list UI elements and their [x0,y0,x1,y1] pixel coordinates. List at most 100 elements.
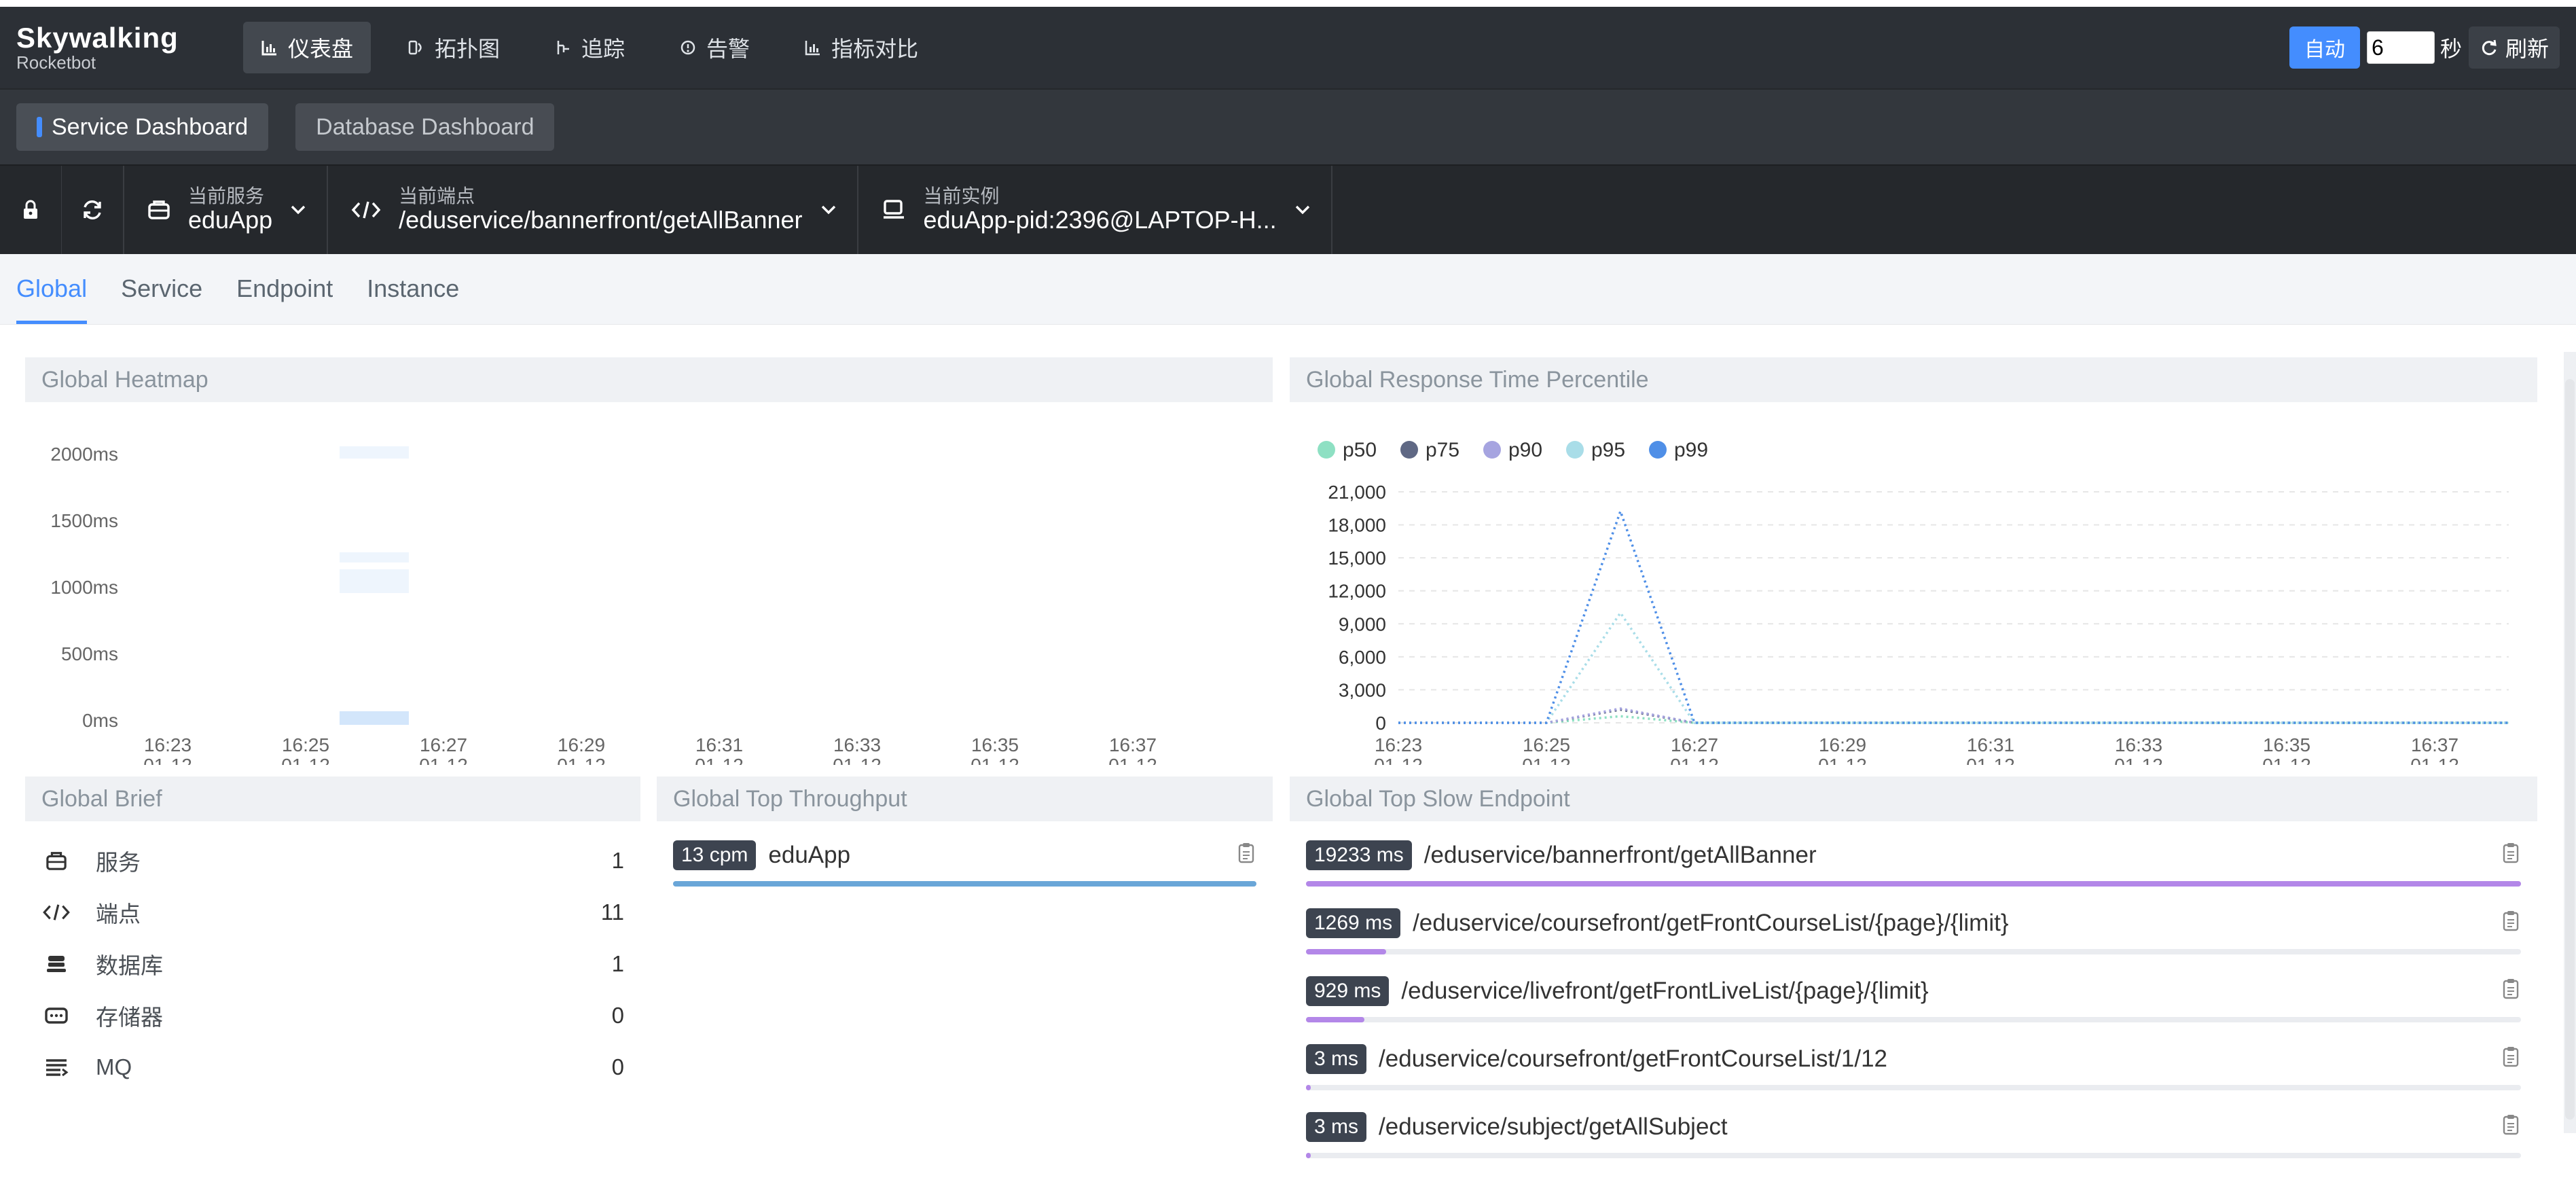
reload-button[interactable] [62,166,124,254]
nav-item-dashboard[interactable]: 仪表盘 [243,22,371,73]
code-icon [351,201,381,219]
logo[interactable]: Skywalking Rocketbot [16,22,220,72]
legend-item[interactable]: p50 [1318,439,1377,461]
refresh-icon [2482,39,2497,56]
tab-global[interactable]: Global [16,274,88,324]
sub-tabs: Global Service Endpoint Instance [0,254,2576,325]
slow-endpoint-item[interactable]: 19233 ms /eduservice/bannerfront/getAllB… [1290,840,2537,908]
brief-value: 11 [600,899,624,925]
copy-button[interactable] [2502,1045,2520,1071]
dashboard-content: Global Heatmap 2000ms 1500ms 1000ms 500m… [0,325,2576,1173]
brief-label: 服务 [96,850,141,875]
brief-item-mq: MQ 0 [25,1041,640,1093]
legend-item[interactable]: p99 [1649,439,1708,461]
nav-item-label: 拓扑图 [435,37,501,61]
scrollbar-thumb[interactable] [2565,379,2575,1120]
tab-endpoint[interactable]: Endpoint [236,274,333,324]
heatmap-cell[interactable] [340,711,409,725]
heatmap-cell[interactable] [340,569,409,593]
service-selector[interactable]: 当前服务 eduApp [124,166,329,254]
brief-value: 0 [611,1054,624,1079]
legend-label: p99 [1674,439,1708,461]
dashboard-tabs: Service Dashboard Database Dashboard [0,88,2576,164]
copy-button[interactable] [2502,1113,2520,1139]
heatmap-x-label: 16:2501-12 [281,734,330,765]
slow-endpoint-item[interactable]: 3 ms /eduservice/coursefront/getFrontCou… [1290,1044,2537,1112]
x-tick-label: 16:3701-12 [2410,734,2459,765]
copy-button[interactable] [2502,910,2520,935]
endpoint-label: /eduservice/coursefront/getFrontCourseLi… [1379,1045,1888,1072]
tab-service[interactable]: Service [121,274,202,324]
chevron-down-icon [821,205,835,215]
slow-endpoint-item[interactable]: 929 ms /eduservice/livefront/getFrontLiv… [1290,976,2537,1044]
tab-database-dashboard[interactable]: Database Dashboard [295,103,555,151]
legend-swatch [1649,441,1667,459]
latency-badge: 3 ms [1306,1044,1367,1074]
heatmap-x-label: 16:2701-12 [419,734,468,765]
lock-button[interactable] [0,166,62,254]
nav-item-compare[interactable]: 指标对比 [786,22,936,73]
brief-value: 0 [611,1003,624,1028]
x-tick-label: 16:2901-12 [1818,734,1867,765]
percentile-chart[interactable]: p50 p75 p90 p95 p99 21,000 18,000 15,000 12,000… [1290,402,2537,765]
nav-item-topology[interactable]: 拓扑图 [390,22,518,73]
logo-title: Skywalking [16,22,179,54]
nav-item-label: 指标对比 [831,37,919,61]
latency-badge: 3 ms [1306,1112,1367,1142]
slow-endpoint-item[interactable]: 3 ms /eduservice/subject/getAllSubject [1290,1112,2537,1180]
legend-item[interactable]: p95 [1566,439,1625,461]
endpoint-label: /eduservice/bannerfront/getAllBanner [1423,842,1817,868]
heatmap-chart[interactable]: 2000ms 1500ms 1000ms 500ms 0ms 16:2301-1… [25,402,1273,765]
response-time-percentile-panel: Global Response Time Percentile p50 p75 p9… [1290,357,2537,765]
mq-icon [46,1059,69,1077]
latency-badge: 929 ms [1306,976,1390,1006]
clipboard-icon [1238,843,1254,863]
nav-item-trace[interactable]: 追踪 [537,22,642,73]
instance-icon [883,200,904,219]
panel-title: Global Heatmap [25,357,1273,402]
slow-bar-track [1306,1085,2521,1090]
y-tick-label: 18,000 [1328,515,1386,536]
endpoint-icon [43,904,70,920]
series-line-p99 [1398,507,2509,724]
nav-item-alarm[interactable]: 告警 [661,22,767,73]
brief-item-endpoint: 端点 11 [25,887,640,938]
copy-button[interactable] [1237,842,1255,867]
database-icon [47,956,66,972]
heatmap-y-label: 2000ms [50,444,118,465]
trace-icon [557,41,570,54]
throughput-label: eduApp [768,842,851,868]
clipboard-icon [2503,911,2519,931]
legend-item[interactable]: p75 [1400,439,1459,461]
y-tick-label: 21,000 [1328,482,1386,503]
heatmap-cell[interactable] [340,552,409,562]
endpoint-selector[interactable]: 当前端点 /eduservice/bannerfront/getAllBanne… [328,166,858,254]
clipboard-icon [2503,1047,2519,1067]
copy-button[interactable] [2502,842,2520,867]
brief-item-cache: 存储器 0 [25,990,640,1041]
instance-selector[interactable]: 当前实例 eduApp-pid:2396@LAPTOP-H... [858,166,1332,254]
endpoint-label: /eduservice/subject/getAllSubject [1379,1113,1728,1140]
throughput-bar-fill [673,881,1256,887]
heatmap-x-label: 16:3301-12 [833,734,882,765]
tab-instance[interactable]: Instance [367,274,459,324]
auto-refresh-button[interactable]: 自动 [2289,26,2360,69]
throughput-item[interactable]: 13 cpm eduApp [657,840,1273,908]
page-scrollbar[interactable] [2564,352,2576,1133]
refresh-button[interactable]: 刷新 [2468,26,2560,69]
heatmap-cell[interactable] [340,446,409,459]
nav-item-label: 仪表盘 [288,37,354,61]
slow-endpoint-item[interactable]: 1269 ms /eduservice/coursefront/getFront… [1290,908,2537,976]
endpoint-label: /eduservice/livefront/getFrontLiveList/{… [1401,978,1929,1004]
legend-label: p95 [1591,439,1625,461]
y-tick-label: 15,000 [1328,548,1386,569]
copy-button[interactable] [2502,978,2520,1003]
seconds-label: 秒 [2439,37,2462,61]
legend-item[interactable]: p90 [1483,439,1542,461]
throughput-bar-track [673,881,1256,887]
global-heatmap-panel: Global Heatmap 2000ms 1500ms 1000ms 500m… [25,357,1273,765]
chevron-down-icon [1295,205,1309,215]
instance-selector-label: 当前实例 [923,185,1000,207]
tab-service-dashboard[interactable]: Service Dashboard [16,103,269,151]
refresh-interval-input[interactable] [2366,31,2435,64]
